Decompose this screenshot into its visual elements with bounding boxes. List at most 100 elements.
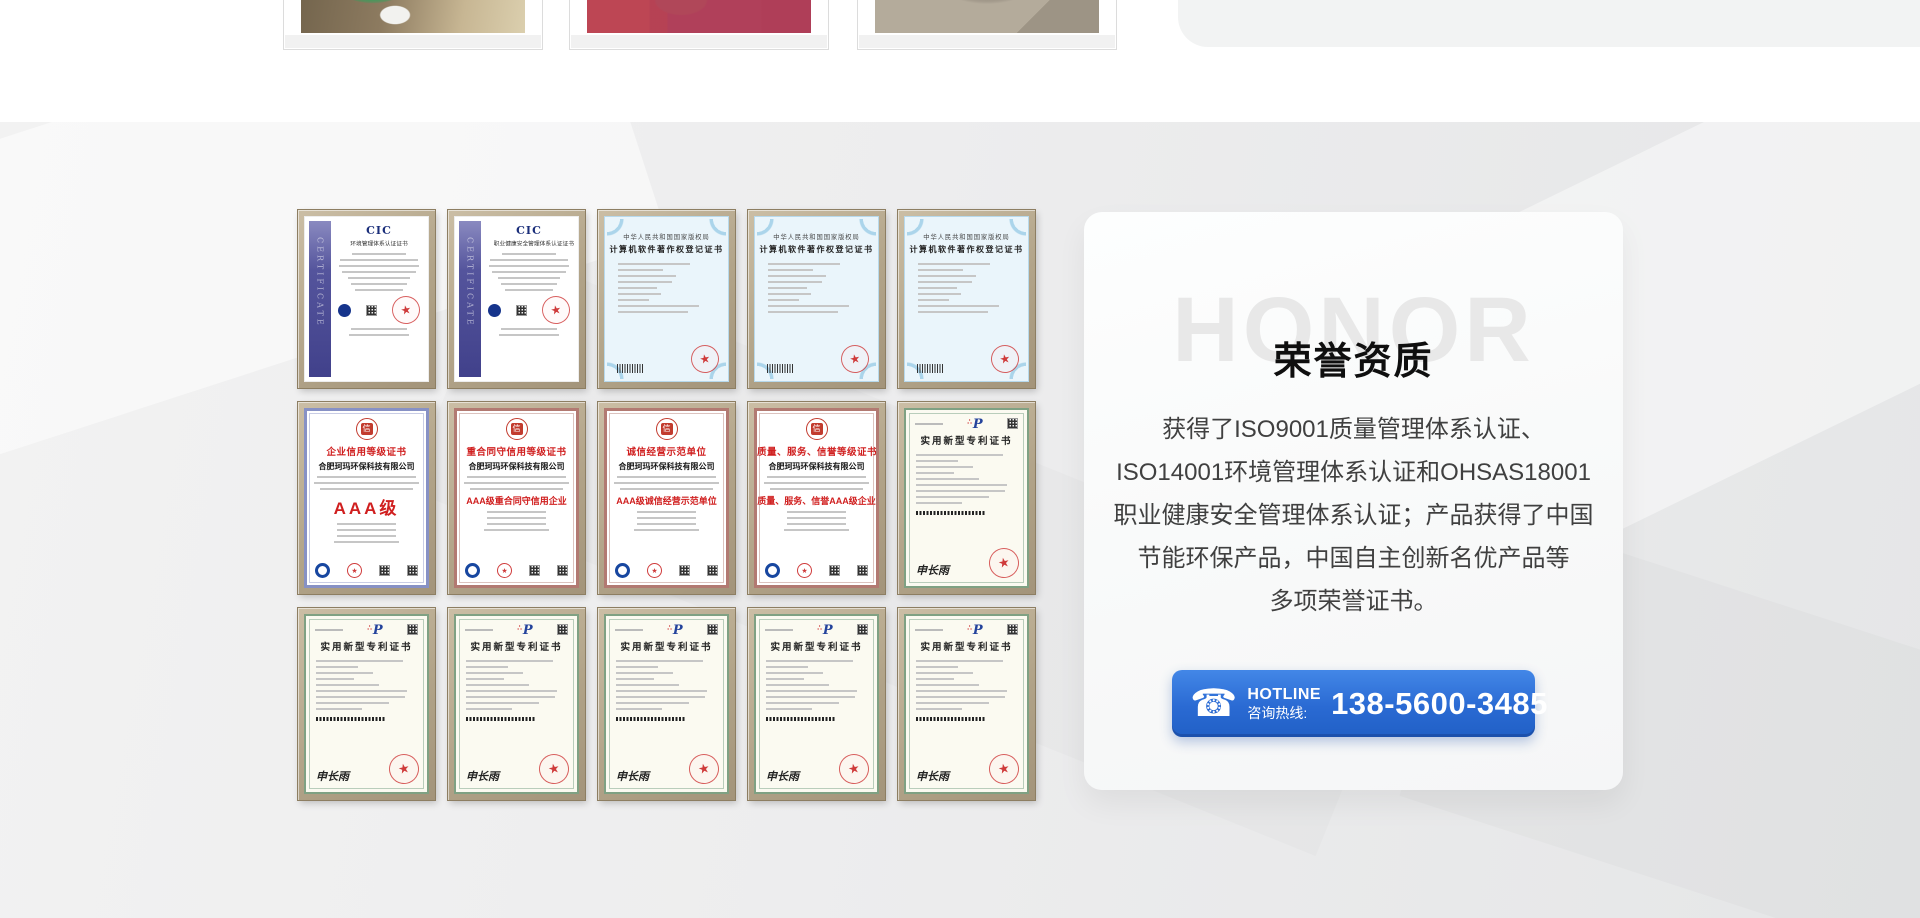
cert-utility-patent-5[interactable]: ∴P实用新型专利证书申长雨★ <box>748 608 885 800</box>
fine-print-line <box>618 287 657 289</box>
fine-print-line <box>349 334 409 336</box>
fine-print-line <box>768 293 811 295</box>
fine-print-line <box>466 672 523 674</box>
fine-print-line <box>765 629 793 631</box>
red-seal-icon: ★ <box>647 563 662 578</box>
certificate-footer: ★ <box>767 345 869 373</box>
certificate-page: ∴P实用新型专利证书申长雨★ <box>904 408 1029 588</box>
fine-print-line <box>342 271 415 273</box>
qr-code-icon <box>1007 624 1018 635</box>
cnipa-dots: ∴ <box>667 623 671 632</box>
cert-utility-patent-2[interactable]: ∴P实用新型专利证书申长雨★ <box>298 608 435 800</box>
company-name: 合肥珂玛环保科技有限公司 <box>457 461 576 472</box>
gallery-photo-card-2[interactable] <box>569 0 829 50</box>
certificate-body <box>768 263 865 313</box>
cic-round-logo <box>338 304 351 317</box>
fine-print-line <box>915 423 943 425</box>
grade-text: 质量、服务、信誉AAA级企业 <box>757 494 876 507</box>
cert-cic-ohs[interactable]: CERTIFICATECIC职业健康安全管理体系认证证书★ <box>448 210 585 388</box>
cert-utility-patent-1[interactable]: ∴P实用新型专利证书申长雨★ <box>898 402 1035 594</box>
fine-print-line <box>768 281 822 283</box>
certificate-title: 实用新型专利证书 <box>456 639 577 653</box>
red-seal-icon: ★ <box>988 342 1021 375</box>
certificate-side-band: CERTIFICATE <box>309 221 331 377</box>
cert-quality-service-reputation[interactable]: 信质量、服务、信誉等级证书合肥珂玛环保科技有限公司质量、服务、信誉AAA级企业★ <box>748 402 885 594</box>
red-seal-icon: ★ <box>836 751 872 787</box>
phone-icon: ☎ <box>1190 685 1237 723</box>
fine-print-line <box>616 678 654 680</box>
certificate-title: 实用新型专利证书 <box>906 639 1027 653</box>
cert-software-copyright-3[interactable]: 中华人民共和国国家版权局计算机软件著作权登记证书★ <box>898 210 1035 388</box>
certificate-footer: 申长雨★ <box>916 754 1019 784</box>
fine-print-line <box>616 696 705 698</box>
fine-print-line <box>784 529 848 531</box>
certificate-body: CIC职业健康安全管理体系认证证书★ <box>486 224 572 376</box>
red-seal-icon: ★ <box>688 342 721 375</box>
certificate-body <box>916 454 1017 504</box>
cic-logo: CIC <box>336 224 422 237</box>
fine-print-line <box>484 529 548 531</box>
gallery-photo-card-1[interactable] <box>283 0 543 50</box>
fine-print-line <box>616 690 707 692</box>
qr-code-icon <box>1007 418 1018 429</box>
certificate-title: 环境管理体系认证证书 <box>344 240 415 248</box>
fine-print-line <box>916 684 979 686</box>
fine-print-line <box>348 277 410 279</box>
fine-print-line <box>916 460 958 462</box>
qr-code-icon <box>679 565 690 576</box>
fine-print-line <box>351 328 406 330</box>
certificate-page: CERTIFICATECIC环境管理体系认证证书★ <box>304 216 429 382</box>
cert-software-copyright-2[interactable]: 中华人民共和国国家版权局计算机软件著作权登记证书★ <box>748 210 885 388</box>
fine-print-line <box>618 305 699 307</box>
barcode-icon <box>466 717 536 721</box>
fine-print-line <box>505 289 552 291</box>
fine-print-line <box>320 488 413 490</box>
certificate-body <box>316 660 417 710</box>
certificate-grid: CERTIFICATE CIC 环境管理体系认证证书 ★ CERTIFICATECIC职… <box>298 210 1035 800</box>
qr-code-icon <box>407 624 418 635</box>
barcode-icon <box>617 364 643 373</box>
cnipa-logo: ∴P <box>517 624 532 637</box>
fine-print-line <box>620 488 713 490</box>
certificate-header: ∴P <box>465 624 568 637</box>
cert-utility-patent-6[interactable]: ∴P实用新型专利证书申长雨★ <box>898 608 1035 800</box>
cert-software-copyright-1[interactable]: 中华人民共和国国家版权局计算机软件著作权登记证书★ <box>598 210 735 388</box>
cert-enterprise-credit[interactable]: 信企业信用等级证书合肥珂玛环保科技有限公司AAA级★ <box>298 402 435 594</box>
qr-code-icon <box>557 565 568 576</box>
fine-print-line <box>501 283 556 285</box>
cert-cic-environment[interactable]: CERTIFICATECIC环境管理体系认证证书★ <box>298 210 435 388</box>
certificate-body <box>466 660 567 710</box>
fine-print-line <box>766 672 823 674</box>
cert-utility-patent-3[interactable]: ∴P实用新型专利证书申长雨★ <box>448 608 585 800</box>
certificate-page: 信企业信用等级证书合肥珂玛环保科技有限公司AAA级★ <box>304 408 429 588</box>
hotline-button[interactable]: ☎ HOTLINE 咨询热线: 138-5600-3485 <box>1172 670 1535 737</box>
fine-print-line <box>315 629 343 631</box>
qr-code-icon <box>857 565 868 576</box>
cic-round-logo <box>488 304 501 317</box>
official-signature: 申长雨 <box>766 768 799 784</box>
fine-print-line <box>316 708 362 710</box>
certificate-body <box>618 263 715 313</box>
cert-utility-patent-4[interactable]: ∴P实用新型专利证书申长雨★ <box>598 608 735 800</box>
fine-print-line <box>466 702 539 704</box>
grade-text: AAA级重合同守信用企业 <box>457 494 576 507</box>
fine-print-line <box>616 666 658 668</box>
fine-print-line <box>337 523 397 525</box>
fine-print-line <box>767 476 867 478</box>
gallery-photo-card-3[interactable] <box>857 0 1117 50</box>
cert-integrity-demo[interactable]: 信诚信经营示范单位合肥珂玛环保科技有限公司AAA级诚信经营示范单位★ <box>598 402 735 594</box>
cert-contract-trustworthy[interactable]: 信重合同守信用等级证书合肥珂玛环保科技有限公司AAA级重合同守信用企业★ <box>448 402 585 594</box>
red-seal-icon: ★ <box>347 563 362 578</box>
fine-print-line <box>498 277 560 279</box>
construction-photo-1 <box>301 0 525 33</box>
cnipa-dots: ∴ <box>967 417 971 426</box>
fine-print-line <box>916 666 958 668</box>
fine-print-line <box>615 629 643 631</box>
certificate-title: 计算机软件著作权登记证书 <box>605 244 728 255</box>
fine-print-line <box>918 293 961 295</box>
fine-print-line <box>637 517 697 519</box>
fine-print-line <box>916 502 962 504</box>
fine-print-line <box>355 289 402 291</box>
fine-print-line <box>337 529 397 531</box>
red-seal-icon: ★ <box>986 751 1022 787</box>
